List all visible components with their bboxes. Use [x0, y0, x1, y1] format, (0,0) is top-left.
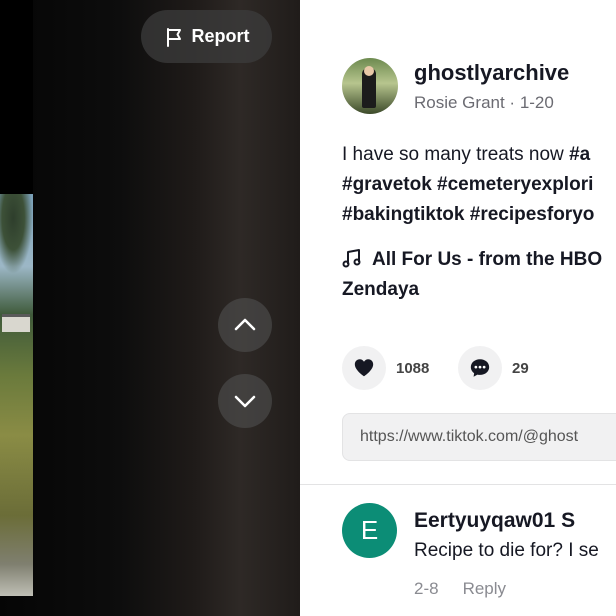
- engagement-stats: 1088 29: [342, 346, 616, 390]
- report-button[interactable]: Report: [141, 10, 272, 63]
- previous-video-button[interactable]: [218, 298, 272, 352]
- comment-date: 2-8: [414, 579, 439, 598]
- video-pane: Report: [0, 0, 300, 616]
- like-count: 1088: [396, 359, 430, 377]
- heart-icon: [354, 359, 374, 377]
- commenter-avatar[interactable]: E: [342, 503, 397, 558]
- hashtag-line-3[interactable]: #bakingtiktok #recipesforyo: [342, 200, 616, 230]
- reply-button[interactable]: Reply: [463, 579, 506, 598]
- report-label: Report: [191, 26, 250, 46]
- comment-meta: 2-8 Reply: [414, 579, 506, 599]
- chevron-down-icon: [234, 395, 256, 408]
- author-avatar[interactable]: [342, 58, 398, 114]
- video-description: I have so many treats now #a #gravetok #…: [342, 140, 616, 230]
- music-title: All For Us - from the HBO: [372, 249, 603, 270]
- video-frame: [0, 194, 33, 596]
- video-letterbox: [0, 0, 33, 194]
- flag-icon: [166, 27, 181, 47]
- share-link-field[interactable]: https://www.tiktok.com/@ghost: [342, 413, 616, 461]
- next-video-button[interactable]: [218, 374, 272, 428]
- hashtag-link[interactable]: #a: [569, 144, 590, 165]
- details-panel: ghostlyarchive Rosie Grant · 1-20 I have…: [300, 0, 616, 616]
- chevron-up-icon: [234, 318, 256, 331]
- music-line-1: All For Us - from the HBO: [342, 245, 616, 275]
- author-separator: ·: [504, 93, 520, 112]
- music-note-icon: [342, 249, 361, 268]
- author-username[interactable]: ghostlyarchive: [414, 60, 569, 86]
- author-info: ghostlyarchive Rosie Grant · 1-20: [342, 58, 616, 114]
- comment-count: 29: [512, 359, 529, 377]
- hashtag-line-2[interactable]: #gravetok #cemeteryexplori: [342, 170, 616, 200]
- comment-button[interactable]: [458, 346, 502, 390]
- section-divider: [300, 484, 616, 485]
- like-button[interactable]: [342, 346, 386, 390]
- video-house: [2, 314, 30, 332]
- video-tree: [0, 194, 33, 274]
- avatar-head: [364, 66, 374, 76]
- author-subtitle: Rosie Grant · 1-20: [414, 93, 554, 113]
- music-artist: Zendaya: [342, 279, 420, 300]
- description-line-1: I have so many treats now #a: [342, 140, 616, 170]
- like-stat: 1088: [342, 346, 429, 390]
- author-display-name: Rosie Grant: [414, 93, 505, 112]
- music-info[interactable]: All For Us - from the HBO Zendaya: [342, 245, 616, 305]
- comment-text: Recipe to die for? I se: [414, 540, 599, 561]
- commenter-username[interactable]: Eertyuyqaw01 S: [414, 509, 575, 533]
- post-date: 1-20: [519, 93, 554, 112]
- comment-stat: 29: [458, 346, 529, 390]
- description-text: I have so many treats now: [342, 144, 570, 165]
- comment-bubble-icon: [470, 359, 490, 377]
